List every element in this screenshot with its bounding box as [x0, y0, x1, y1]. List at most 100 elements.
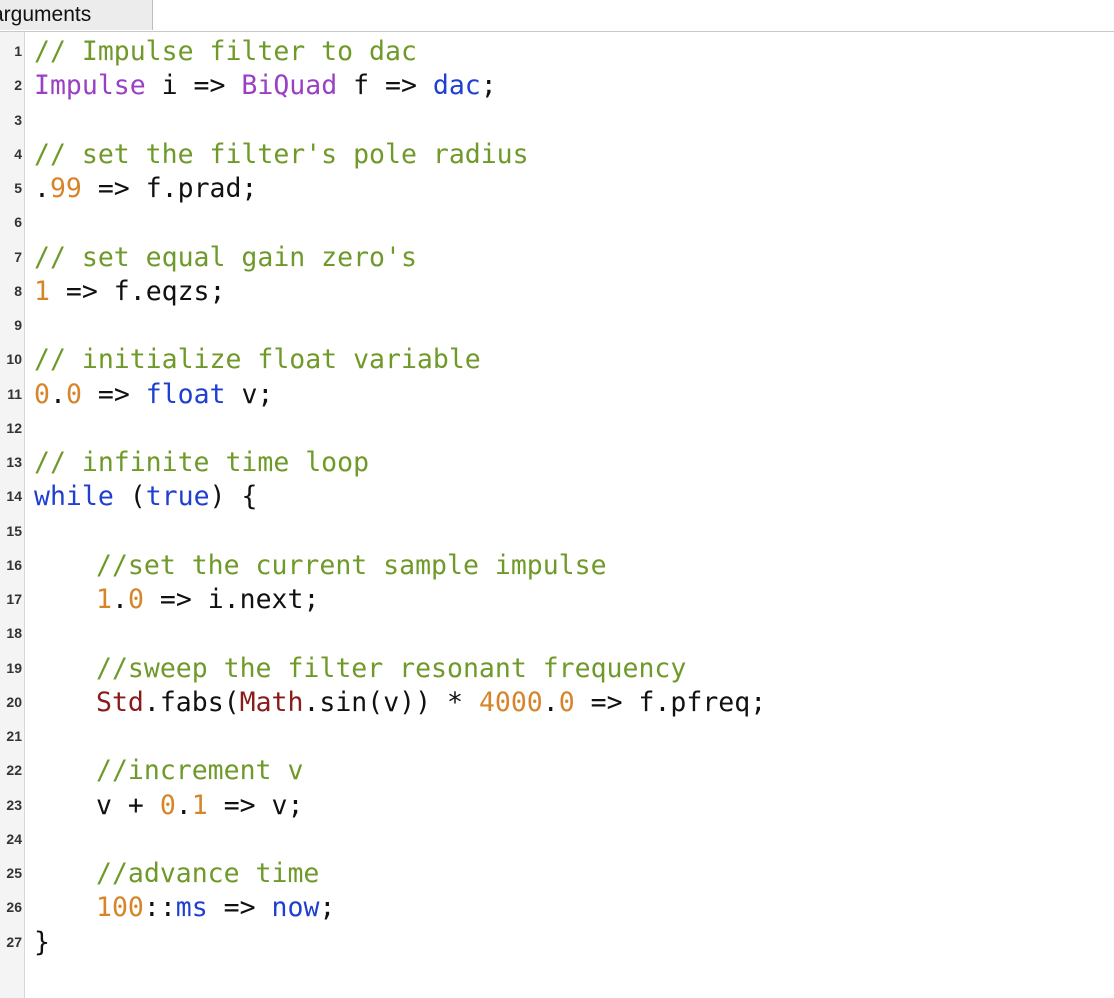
comment-token: //set the current sample impulse [96, 549, 607, 581]
code-line[interactable]: 4 // set the filter's pole radius [0, 138, 1114, 172]
code-line[interactable]: 2 Impulse i => BiQuad f => dac; [0, 69, 1114, 103]
line-number: 12 [6, 419, 22, 436]
code-editor[interactable]: 1 // Impulse filter to dac 2 Impulse i => B… [0, 35, 1114, 960]
comment-token: //sweep the filter resonant frequency [96, 652, 687, 684]
keyword-token: float [145, 378, 226, 410]
line-number: 7 [14, 248, 22, 265]
line-number: 4 [14, 145, 22, 162]
code-content: 100::ms => now; [96, 891, 335, 925]
code-line[interactable]: 5.99 => f.prad; [0, 172, 1114, 206]
keyword-token: ms [175, 892, 208, 924]
line-number: 21 [6, 728, 22, 744]
line-number: 27 [6, 933, 22, 950]
code-line[interactable]: 11 0.0 => float v; [0, 378, 1114, 412]
code-line[interactable]: 27} [0, 926, 1114, 960]
code-line[interactable]: 6 [0, 206, 1114, 240]
code-text: . [111, 584, 128, 615]
code-line[interactable]: 3 [0, 104, 1114, 138]
class-token: Std [96, 686, 144, 718]
code-text: . [542, 686, 559, 718]
code-text: . [34, 173, 50, 204]
code-text: ) { [209, 481, 258, 513]
line-number: 26 [6, 899, 22, 916]
code-line[interactable]: 13 // infinite time loop [0, 446, 1114, 480]
line-number: 1 [14, 43, 22, 59]
comment-token: // infinite time loop [34, 447, 370, 478]
code-line[interactable]: 18 [0, 617, 1114, 651]
code-content: while (true) { [34, 480, 257, 514]
code-content: 1.0 => i.next; [96, 583, 319, 617]
code-text: => i.next; [143, 584, 320, 615]
code-text: => f.prad; [81, 173, 258, 204]
code-content: //advance time [96, 857, 319, 891]
comment-token: // Impulse filter to dac [34, 36, 417, 67]
number-token: 0 [159, 789, 176, 821]
code-content: // set equal gain zero's [34, 241, 417, 275]
code-line[interactable]: 16 //set the current sample impulse [0, 549, 1114, 583]
comment-token: //increment v [96, 755, 304, 787]
code-line[interactable]: 7 // set equal gain zero's [0, 241, 1114, 275]
code-line[interactable]: 26 100::ms => now; [0, 891, 1114, 925]
code-content: //set the current sample impulse [96, 549, 607, 583]
code-line[interactable]: 15 [0, 515, 1114, 549]
code-text: . [49, 378, 66, 410]
code-text: .fabs( [143, 686, 240, 718]
number-token: 99 [49, 173, 82, 204]
keyword-token: while [34, 481, 114, 513]
ugen-token: Impulse [34, 70, 146, 102]
class-token: Math [239, 686, 304, 718]
line-number: 8 [14, 282, 22, 299]
code-line[interactable]: 17 1.0 => i.next; [0, 583, 1114, 617]
number-token: 0 [558, 686, 575, 718]
line-number: 25 [6, 865, 22, 881]
code-text: . [175, 789, 192, 821]
code-line[interactable]: 19 //sweep the filter resonant frequency [0, 652, 1114, 686]
keyword-token: true [145, 481, 210, 513]
code-content: // Impulse filter to dac [34, 35, 417, 69]
number-token: 1 [96, 584, 112, 615]
code-content: } [34, 926, 50, 960]
code-line[interactable]: 20 Std.fabs(Math.sin(v)) * 4000.0 => f.pf… [0, 686, 1114, 720]
line-number: 6 [14, 214, 22, 231]
line-number: 10 [6, 351, 22, 368]
line-number: 24 [6, 830, 22, 847]
line-number: 5 [14, 180, 22, 196]
code-text: v; [225, 378, 274, 410]
code-text: => f.eqzs; [49, 275, 226, 307]
code-line[interactable]: 14 while (true) { [0, 480, 1114, 514]
code-line[interactable]: 1 // Impulse filter to dac [0, 35, 1114, 69]
number-token: 1 [34, 275, 50, 307]
code-text: .sin(v)) * [303, 686, 479, 718]
code-line[interactable]: 25 //advance time [0, 857, 1114, 891]
code-text: ; [319, 892, 336, 924]
code-line[interactable]: 21 [0, 720, 1114, 754]
line-number: 19 [6, 659, 22, 676]
code-line[interactable]: 23 v + 0.1 => v; [0, 789, 1114, 823]
code-content: //increment v [96, 754, 303, 788]
code-line[interactable]: 81 => f.eqzs; [0, 275, 1114, 309]
code-line[interactable]: 9 [0, 309, 1114, 343]
line-number: 3 [14, 111, 22, 128]
number-token: 0 [34, 378, 50, 410]
code-text: ( [113, 481, 146, 513]
code-line[interactable]: 22 //increment v [0, 754, 1114, 788]
number-token: 0 [65, 378, 82, 410]
tab-arguments[interactable]: arguments [0, 0, 153, 30]
code-content: 0.0 => float v; [34, 378, 273, 412]
code-text: => f.pfreq; [574, 686, 767, 718]
line-number: 15 [6, 522, 22, 539]
code-text: ; [480, 70, 497, 102]
comment-token: // set the filter's pole radius [34, 138, 529, 170]
comment-token: // set equal gain zero's [34, 241, 417, 273]
line-number: 14 [6, 488, 22, 505]
number-token: 100 [96, 892, 144, 924]
code-line[interactable]: 24 [0, 823, 1114, 857]
code-content: 1 => f.eqzs; [34, 275, 225, 309]
tab-bar: arguments [0, 0, 1114, 32]
code-line[interactable]: 12 [0, 412, 1114, 446]
code-text: :: [143, 892, 176, 924]
code-line[interactable]: 10 // initialize float variable [0, 343, 1114, 377]
line-number: 22 [6, 762, 22, 779]
code-text: v + [96, 789, 160, 821]
code-content: Impulse i => BiQuad f => dac; [34, 69, 497, 103]
